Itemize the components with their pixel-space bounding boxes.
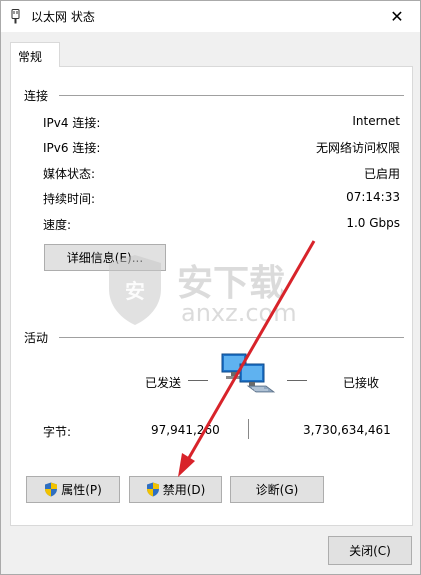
speed-label: 速度: xyxy=(43,218,72,232)
uac-shield-icon xyxy=(146,482,159,497)
ipv4-value: Internet xyxy=(352,114,400,128)
duration-label: 持续时间: xyxy=(43,192,96,206)
close-button[interactable]: 关闭(C) xyxy=(328,536,412,565)
activity-divider xyxy=(59,337,404,338)
properties-button[interactable]: 属性(P) xyxy=(26,476,120,503)
connection-divider xyxy=(59,95,404,96)
ipv6-label: IPv6 连接: xyxy=(43,141,101,155)
received-label: 已接收 xyxy=(343,376,380,390)
window-title: 以太网 状态 xyxy=(31,10,95,24)
properties-button-label: 属性(P) xyxy=(61,483,102,497)
tab-panel-general: 连接 IPv4 连接: Internet IPv6 连接: 无网络访问权限 媒体… xyxy=(10,66,413,526)
bytes-received-value: 3,730,634,461 xyxy=(303,423,391,437)
speed-value: 1.0 Gbps xyxy=(346,216,400,230)
tab-general[interactable]: 常规 xyxy=(10,42,60,67)
title-bar: 以太网 状态 ✕ xyxy=(1,1,420,32)
connection-group-header: 连接 xyxy=(24,89,49,103)
media-state-value: 已启用 xyxy=(363,167,400,181)
sent-label: 已发送 xyxy=(145,376,182,390)
duration-value: 07:14:33 xyxy=(346,190,400,204)
network-status-dialog: 以太网 状态 ✕ 常规 连接 IPv4 连接: Internet IPv6 连接… xyxy=(0,0,421,575)
network-computers-icon xyxy=(221,353,276,393)
bytes-sent-value: 97,941,260 xyxy=(151,423,220,437)
disable-button-label: 禁用(D) xyxy=(162,483,206,497)
details-button[interactable]: 详细信息(E)... xyxy=(44,244,166,271)
ipv6-value: 无网络访问权限 xyxy=(315,141,400,155)
ipv4-label: IPv4 连接: xyxy=(43,116,101,130)
media-state-label: 媒体状态: xyxy=(43,167,96,181)
bytes-label: 字节: xyxy=(43,425,72,439)
close-icon: ✕ xyxy=(390,7,404,26)
activity-group-header: 活动 xyxy=(24,331,49,345)
diagnose-button[interactable]: 诊断(G) xyxy=(230,476,324,503)
bytes-separator xyxy=(248,419,249,439)
ethernet-adapter-icon xyxy=(11,9,20,24)
uac-shield-icon xyxy=(45,482,58,497)
disable-button[interactable]: 禁用(D) xyxy=(129,476,222,503)
received-line xyxy=(287,380,307,381)
close-window-button[interactable]: ✕ xyxy=(374,1,420,32)
sent-line xyxy=(188,380,208,381)
